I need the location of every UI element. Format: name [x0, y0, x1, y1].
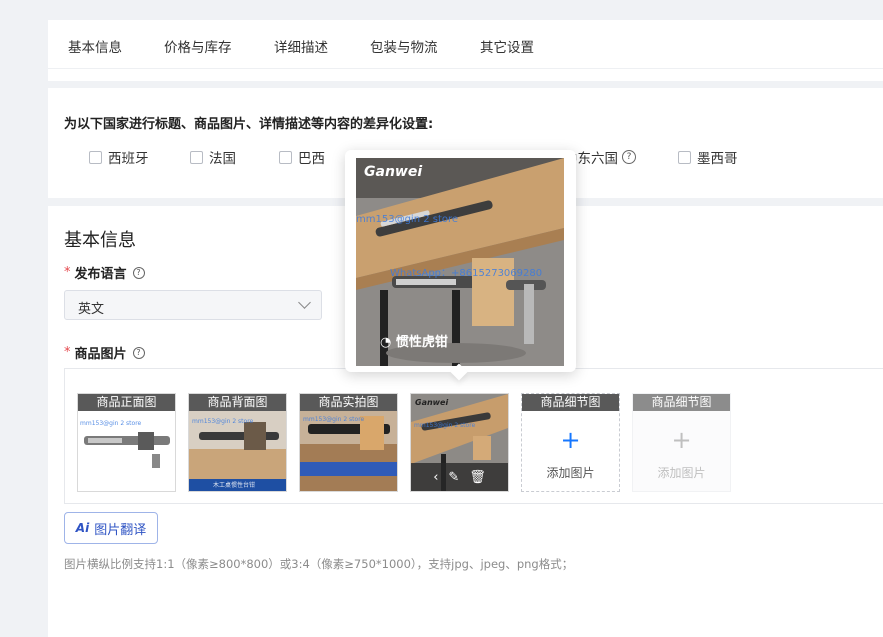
- image-slot-front[interactable]: mm153@gin 2 store 商品正面图: [77, 393, 176, 492]
- edit-icon[interactable]: ✎: [448, 470, 459, 485]
- language-label-text: 发布语言: [74, 267, 127, 282]
- image-toolbar: ‹ ✎ 🗑: [411, 463, 508, 491]
- tab-description[interactable]: 详细描述: [274, 36, 328, 56]
- country-label: 墨西哥: [697, 151, 738, 167]
- trash-icon[interactable]: 🗑: [469, 470, 486, 485]
- country-checkbox-spain[interactable]: 西班牙: [89, 147, 149, 167]
- brand-text: Ganwei: [415, 398, 449, 407]
- images-label-text: 商品图片: [74, 347, 127, 362]
- checkbox-box[interactable]: [279, 150, 292, 164]
- plus-icon: +: [671, 426, 692, 454]
- product-tag-text: 惯性虎钳: [395, 335, 448, 350]
- image-format-hint: 图片横纵比例支持1:1（像素≥800*800）或3:4（像素≥750*1000）…: [64, 557, 574, 571]
- country-checkbox-mexico[interactable]: 墨西哥: [678, 147, 738, 167]
- image-slot-detail-disabled: 商品细节图 + 添加图片: [632, 393, 731, 492]
- required-marker: *: [64, 345, 71, 360]
- image-slot-real[interactable]: mm153@gin 2 store 商品实拍图: [299, 393, 398, 492]
- watermark-text: mm153@gin 2 store: [303, 416, 365, 423]
- chevron-down-icon: [298, 296, 311, 309]
- checkbox-box[interactable]: [89, 150, 102, 164]
- slot-caption: 商品实拍图: [300, 394, 397, 411]
- language-label: * 发布语言 ?: [64, 263, 145, 282]
- watermark-text: mm153@gin 2 store: [80, 420, 142, 427]
- tab-bar: 基本信息 价格与库存 详细描述 包装与物流 其它设置: [48, 20, 883, 69]
- image-slot-detail[interactable]: 商品细节图 + 添加图片: [521, 393, 620, 492]
- divider-strip: [48, 68, 883, 81]
- add-image-label: 添加图片: [546, 466, 595, 480]
- image-slot-back[interactable]: mm153@gin 2 store 木工桌惯性台钳 商品背面图: [188, 393, 287, 492]
- tab-other-settings[interactable]: 其它设置: [480, 36, 534, 56]
- language-select[interactable]: 英文: [64, 290, 322, 320]
- country-checkbox-brazil[interactable]: 巴西: [279, 147, 325, 167]
- country-label: 法国: [209, 151, 236, 167]
- chevron-left-icon[interactable]: ‹: [433, 470, 438, 485]
- checkbox-box[interactable]: [678, 150, 691, 164]
- image-upload-area: mm153@gin 2 store 商品正面图 mm153@gin 2 stor…: [64, 368, 883, 504]
- country-label: 巴西: [298, 151, 325, 167]
- country-checkbox-france[interactable]: 法国: [190, 147, 236, 167]
- tab-packaging-logistics[interactable]: 包装与物流: [370, 36, 438, 56]
- tab-price-stock[interactable]: 价格与库存: [164, 36, 232, 56]
- watermark-text: WhatsApp：+8615273069280: [390, 268, 543, 279]
- ai-icon: Ai: [75, 521, 90, 535]
- slot-caption: 商品细节图: [633, 394, 730, 411]
- images-label: * 商品图片 ?: [64, 343, 145, 362]
- plus-icon[interactable]: +: [522, 428, 619, 452]
- watermark-text: mm153@gin 2 store: [192, 418, 254, 425]
- banner-text: 木工桌惯性台钳: [213, 482, 256, 489]
- image-slot-4[interactable]: Ganwei mm153@gin 2 store ‹ ✎ 🗑: [410, 393, 509, 492]
- checkbox-box[interactable]: [190, 150, 203, 164]
- watermark-text: mm153@gin 2 store: [414, 422, 476, 429]
- country-label: 西班牙: [108, 151, 149, 167]
- help-icon[interactable]: ?: [622, 150, 636, 164]
- watermark-text: mm153@gin 2 store: [356, 214, 459, 225]
- help-icon[interactable]: ?: [132, 266, 145, 279]
- preview-image: Ganwei mm153@gin 2 store WhatsApp：+86152…: [356, 158, 564, 366]
- slot-caption: 商品细节图: [522, 394, 619, 411]
- add-image-label: 添加图片: [657, 466, 706, 480]
- product-tag: ◔ 惯性虎钳: [380, 335, 448, 350]
- slot-caption: 商品正面图: [78, 394, 175, 411]
- section-title: 基本信息: [64, 230, 136, 251]
- image-translate-label: 图片翻译: [94, 522, 147, 538]
- tab-basic-info[interactable]: 基本信息: [68, 36, 122, 56]
- image-translate-button[interactable]: Ai 图片翻译: [64, 512, 158, 544]
- required-marker: *: [64, 265, 71, 280]
- image-preview-popover: Ganwei mm153@gin 2 store WhatsApp：+86152…: [345, 150, 576, 381]
- slot-caption: 商品背面图: [189, 394, 286, 411]
- country-settings-title: 为以下国家进行标题、商品图片、详情描述等内容的差异化设置:: [64, 117, 434, 132]
- language-select-value: 英文: [78, 302, 105, 317]
- help-icon[interactable]: ?: [132, 346, 145, 359]
- brand-text: Ganwei: [364, 164, 423, 180]
